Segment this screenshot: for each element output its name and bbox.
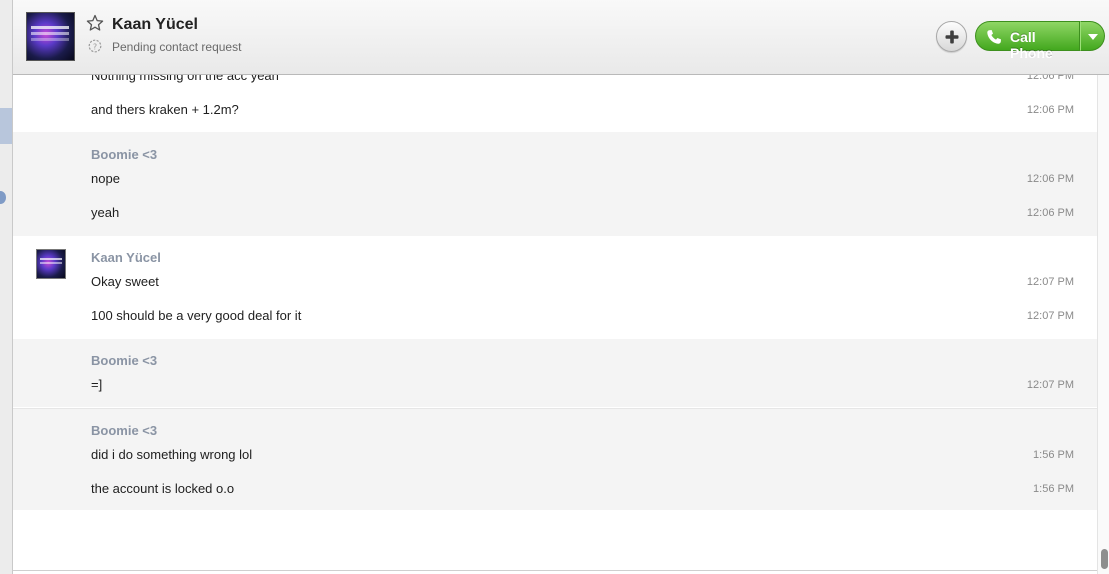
conversation-header: Kaan Yücel ? Pending contact request Cal… xyxy=(13,0,1109,75)
message-timestamp: 1:56 PM xyxy=(1033,449,1074,461)
call-phone-button[interactable]: Call Phone xyxy=(975,21,1080,61)
sidebar-resize-handle[interactable] xyxy=(0,191,6,204)
message-timestamp: 1:56 PM xyxy=(1033,483,1074,495)
plus-icon xyxy=(945,30,959,44)
contact-name: Kaan Yücel xyxy=(112,16,198,33)
message-timestamp: 12:06 PM xyxy=(1026,104,1074,116)
message-text: and thers kraken + 1.2m? xyxy=(91,102,239,117)
message-timestamp: 12:07 PM xyxy=(1026,276,1074,288)
call-phone-label: Call Phone xyxy=(1010,29,1053,61)
message-group: Kaan Yücel Okay sweet 12:07 PM 100 shoul… xyxy=(13,236,1097,339)
chevron-down-icon xyxy=(1088,34,1098,40)
chat-window: Nothing missing on the acc yeah 12:06 PM… xyxy=(0,0,1109,574)
message-sender[interactable]: Boomie <3 xyxy=(91,423,157,438)
message-text: the account is locked o.o xyxy=(91,481,235,496)
message-text: nope xyxy=(91,171,120,186)
message-list: Nothing missing on the acc yeah 12:06 PM… xyxy=(13,0,1097,574)
composer-divider xyxy=(13,570,1097,571)
message-text: did i do something wrong lol xyxy=(91,447,253,462)
message-group: Boomie <3 =] 12:07 PM xyxy=(13,339,1097,407)
message-timestamp: 12:06 PM xyxy=(1026,173,1074,185)
message-group: Boomie <3 did i do something wrong lol 1… xyxy=(13,408,1097,510)
message-text: Okay sweet xyxy=(91,274,159,289)
message-text: =] xyxy=(91,377,103,392)
star-icon[interactable] xyxy=(86,14,104,32)
scrollbar-thumb[interactable] xyxy=(1101,549,1108,569)
svg-text:?: ? xyxy=(93,42,97,51)
add-button[interactable] xyxy=(936,21,967,52)
message-text: yeah xyxy=(91,205,120,220)
phone-icon xyxy=(987,30,1001,44)
message-sender[interactable]: Boomie <3 xyxy=(91,353,157,368)
contact-status: Pending contact request xyxy=(112,40,242,54)
sidebar-selected-item[interactable] xyxy=(0,108,12,144)
message-group: Boomie <3 nope 12:06 PM yeah 12:06 PM xyxy=(13,132,1097,236)
pending-request-icon: ? xyxy=(88,39,102,53)
message-timestamp: 12:07 PM xyxy=(1026,310,1074,322)
sender-avatar[interactable] xyxy=(36,249,66,279)
sidebar-edge xyxy=(0,0,13,574)
message-timestamp: 12:07 PM xyxy=(1026,379,1074,391)
message-sender[interactable]: Boomie <3 xyxy=(91,147,157,162)
message-sender[interactable]: Kaan Yücel xyxy=(91,250,161,265)
contact-avatar[interactable] xyxy=(26,12,75,61)
message-text: 100 should be a very good deal for it xyxy=(91,308,302,323)
message-timestamp: 12:06 PM xyxy=(1026,207,1074,219)
call-options-dropdown[interactable] xyxy=(1080,21,1105,51)
scrollbar[interactable] xyxy=(1097,75,1109,574)
